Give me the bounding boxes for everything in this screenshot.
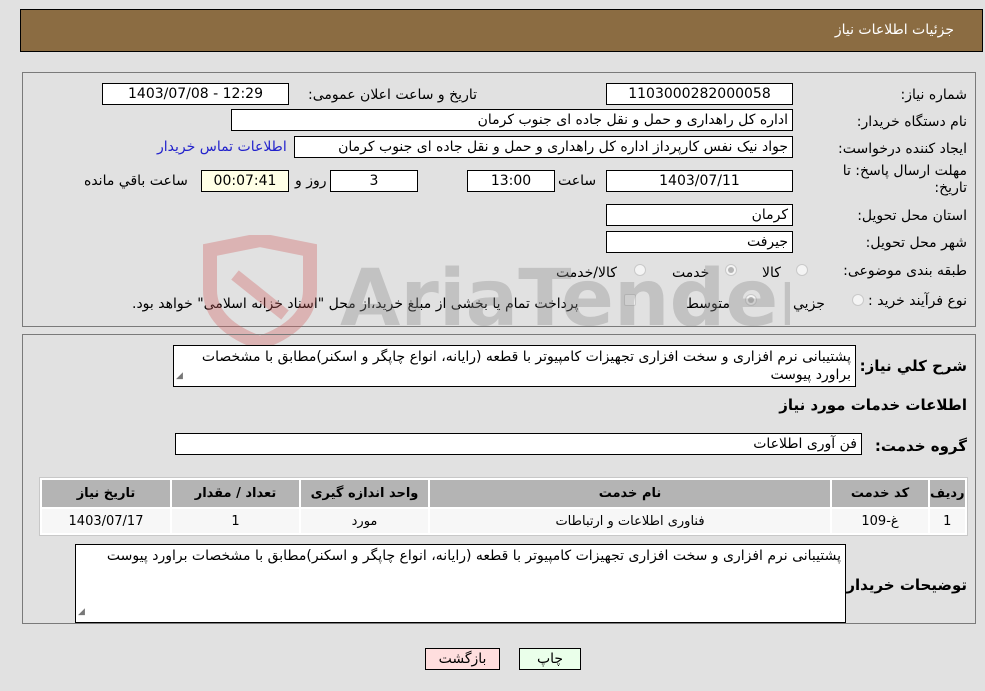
category-option-service: خدمت <box>672 265 710 281</box>
buyer-contact-link[interactable]: اطلاعات تماس خریدار <box>157 139 287 155</box>
province-label: استان محل تحویل: <box>857 208 967 224</box>
resize-grip-icon[interactable]: ◢ <box>176 367 183 385</box>
cell-service-name: فناوری اطلاعات و ارتباطات <box>430 509 830 533</box>
description-label: شرح کلي نیاز: <box>859 357 967 375</box>
buyer-notes-label: توضیحات خریدار: <box>840 576 967 594</box>
col-header-service-code: کد خدمت <box>832 480 928 507</box>
days-label: روز و <box>295 173 327 189</box>
page-title: جزئیات اطلاعات نیاز <box>834 22 954 38</box>
remaining-time-field: 00:07:41 <box>201 170 289 192</box>
description-textarea[interactable]: پشتیبانی نرم افزاری و سخت افزاری تجهیزات… <box>173 345 856 387</box>
buyer-notes-textarea[interactable]: پشتیبانی نرم افزاری و سخت افزاری تجهیزات… <box>75 544 846 623</box>
treasury-note: پرداخت تمام یا بخشی از مبلغ خرید،از محل … <box>132 296 579 312</box>
col-header-unit: واحد اندازه گیری <box>301 480 428 507</box>
deadline-time-label: ساعت <box>558 173 597 189</box>
category-label: طبقه بندی موضوعی: <box>843 263 967 279</box>
remaining-time-label: ساعت باقي مانده <box>84 173 188 189</box>
category-radio-goods-service[interactable] <box>634 264 646 276</box>
services-table-wrap: ردیف کد خدمت نام خدمت واحد اندازه گیری ت… <box>39 477 968 536</box>
col-header-service-name: نام خدمت <box>430 480 830 507</box>
col-header-need-date: تاریخ نیاز <box>42 480 170 507</box>
page-header: جزئیات اطلاعات نیاز <box>20 9 983 52</box>
requester-field[interactable]: جواد نیک نفس کارپرداز اداره کل راهداری و… <box>294 136 793 158</box>
deadline-date-field[interactable]: 1403/07/11 <box>606 170 793 192</box>
buyer-org-field[interactable]: اداره کل راهداری و حمل و نقل جاده ای جنو… <box>231 109 793 131</box>
purchase-type-radio-minor[interactable] <box>852 294 864 306</box>
print-button[interactable]: چاپ <box>519 648 581 670</box>
city-label: شهر محل تحویل: <box>865 235 967 251</box>
days-field[interactable]: 3 <box>330 170 418 192</box>
description-text: پشتیبانی نرم افزاری و سخت افزاری تجهیزات… <box>201 349 851 383</box>
deadline-label: مهلت ارسال پاسخ: تا تاریخ: <box>842 163 967 196</box>
cell-service-code: غ-109 <box>832 509 928 533</box>
cell-need-date: 1403/07/17 <box>42 509 170 533</box>
resize-grip-icon[interactable]: ◢ <box>78 603 85 621</box>
announce-datetime-field[interactable]: 1403/07/08 - 12:29 <box>102 83 289 105</box>
col-header-row-number: ردیف <box>930 480 965 507</box>
province-field[interactable]: کرمان <box>606 204 793 226</box>
purchase-type-label: نوع فرآیند خرید : <box>868 293 967 309</box>
need-number-field[interactable]: 1103000282000058 <box>606 83 793 105</box>
category-radio-goods[interactable] <box>796 264 808 276</box>
category-radio-service[interactable] <box>725 264 737 276</box>
services-heading: اطلاعات خدمات مورد نیاز <box>779 396 967 414</box>
need-number-label: شماره نیاز: <box>900 87 968 103</box>
announce-datetime-label: تاریخ و ساعت اعلان عمومی: <box>308 87 477 103</box>
services-table: ردیف کد خدمت نام خدمت واحد اندازه گیری ت… <box>39 477 968 536</box>
treasury-checkbox[interactable] <box>624 294 636 306</box>
category-option-goods-service: کالا/خدمت <box>556 265 617 281</box>
buyer-org-label: نام دستگاه خریدار: <box>856 114 967 130</box>
cell-quantity: 1 <box>172 509 299 533</box>
service-group-field[interactable]: فن آوری اطلاعات <box>175 433 862 455</box>
service-group-label: گروه خدمت: <box>874 437 967 455</box>
table-row: 1 غ-109 فناوری اطلاعات و ارتباطات مورد 1… <box>42 509 965 533</box>
buyer-notes-text: پشتیبانی نرم افزاری و سخت افزاری تجهیزات… <box>106 548 841 564</box>
category-option-goods: کالا <box>762 265 781 281</box>
cell-unit: مورد <box>301 509 428 533</box>
purchase-type-radio-medium[interactable] <box>745 294 757 306</box>
col-header-quantity: تعداد / مقدار <box>172 480 299 507</box>
purchase-type-option-minor: جزيي <box>793 296 825 312</box>
deadline-time-field[interactable]: 13:00 <box>467 170 555 192</box>
city-field[interactable]: جیرفت <box>606 231 793 253</box>
back-button[interactable]: بازگشت <box>425 648 500 670</box>
requester-label: ایجاد کننده درخواست: <box>838 141 967 157</box>
purchase-type-option-medium: متوسط <box>686 296 730 312</box>
cell-row-number: 1 <box>930 509 965 533</box>
